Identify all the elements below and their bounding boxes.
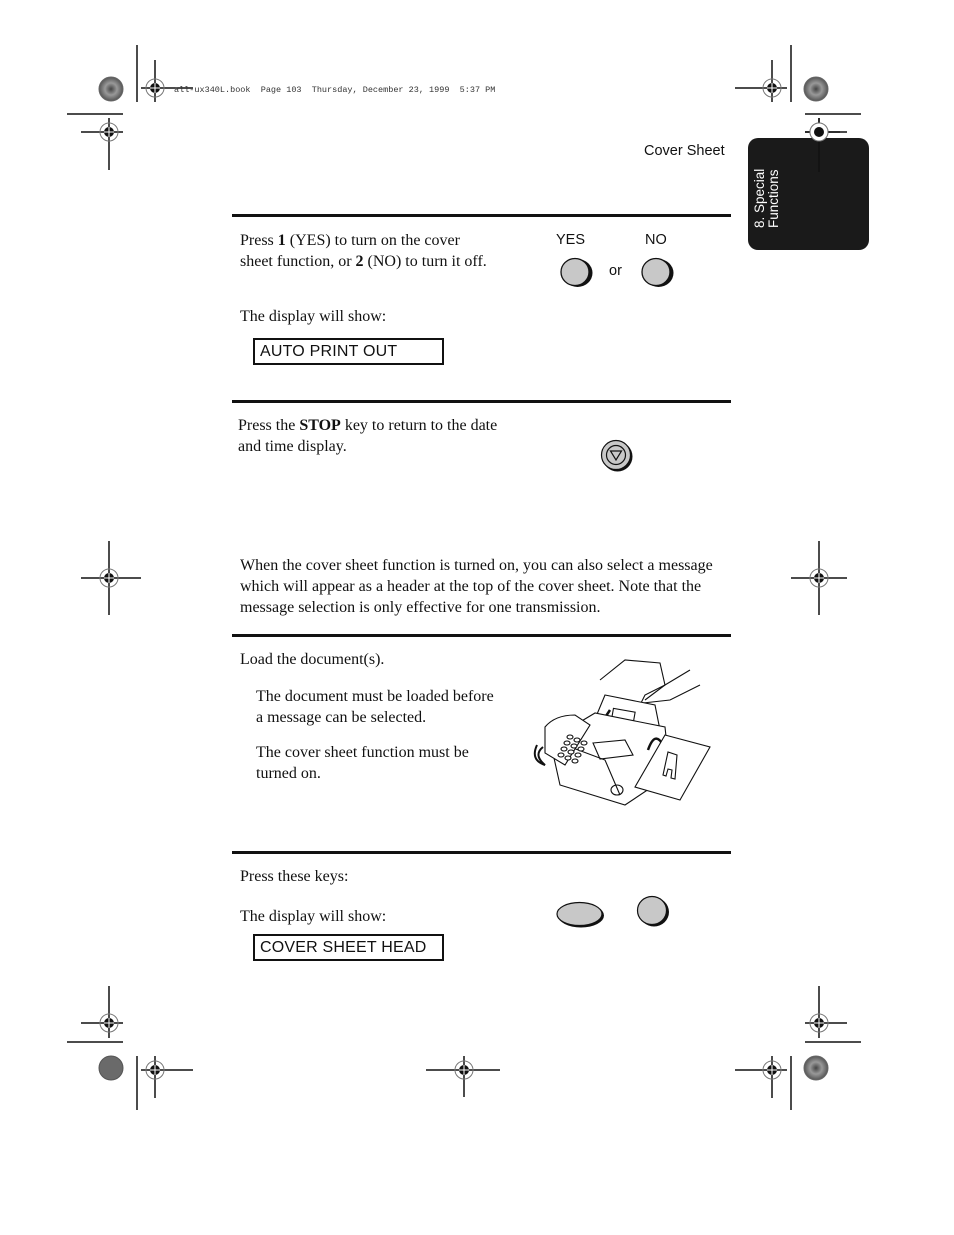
lcd-display: COVER SHEET HEAD bbox=[253, 934, 444, 961]
lcd-display: AUTO PRINT OUT bbox=[253, 338, 444, 365]
number-key-icon[interactable] bbox=[634, 894, 674, 930]
tab-registration-mark-icon bbox=[805, 118, 840, 172]
print-header: all-ux340L.book Page 103 Thursday, Decem… bbox=[174, 85, 496, 95]
or-label: or bbox=[609, 263, 622, 279]
display-intro: The display will show: bbox=[240, 908, 387, 925]
step-divider bbox=[232, 851, 731, 854]
fax-machine-illustration bbox=[533, 659, 711, 806]
stop-key-icon[interactable] bbox=[599, 438, 635, 474]
registration-mark-icon bbox=[98, 76, 124, 102]
no-key-label: NO bbox=[645, 232, 667, 248]
load-document-instruction: Load the document(s). bbox=[240, 651, 385, 668]
running-head: Cover Sheet bbox=[644, 143, 725, 159]
note-cover-sheet-on: The cover sheet function must be turned … bbox=[256, 744, 469, 782]
step-yes-no-instruction: Press 1 (YES) to turn on the cover sheet… bbox=[240, 232, 487, 270]
press-keys-instruction: Press these keys: bbox=[240, 868, 349, 885]
section-tab-label: 8. Special Functions bbox=[752, 168, 781, 228]
note-document-loaded: The document must be loaded before a mes… bbox=[256, 688, 494, 726]
step-stop-instruction: Press the STOP key to return to the date… bbox=[238, 417, 498, 455]
section-tab-line1: 8. Special bbox=[752, 168, 767, 228]
no-key-icon[interactable] bbox=[639, 256, 677, 290]
intro-paragraph: When the cover sheet function is turned … bbox=[240, 557, 713, 616]
step-divider bbox=[232, 214, 731, 217]
display-intro: The display will show: bbox=[240, 308, 387, 325]
step-divider bbox=[232, 400, 731, 403]
yes-key-label: YES bbox=[556, 232, 586, 248]
yes-key-icon[interactable] bbox=[558, 256, 596, 290]
section-tab-line2: Functions bbox=[766, 169, 781, 228]
function-key-icon[interactable] bbox=[555, 899, 607, 931]
step-divider bbox=[232, 634, 731, 637]
